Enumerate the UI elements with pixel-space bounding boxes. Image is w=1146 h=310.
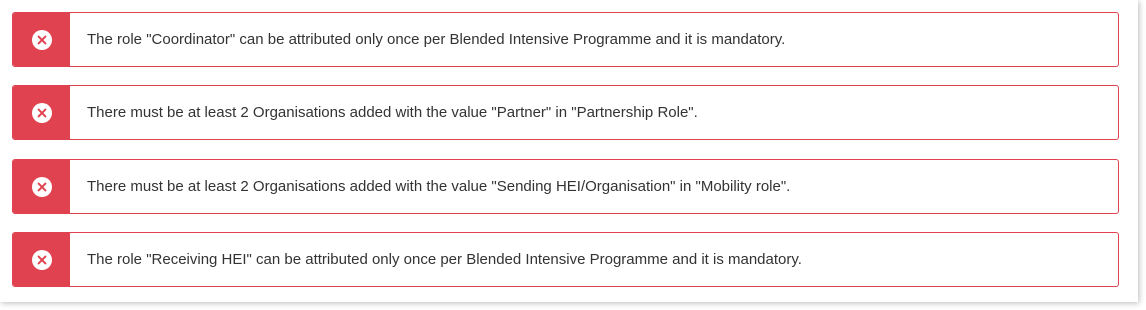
error-circle-x-icon	[31, 102, 52, 123]
error-icon-box	[13, 160, 70, 213]
validation-errors-panel: The role "Coordinator" can be attributed…	[0, 0, 1138, 302]
error-circle-x-icon	[31, 176, 52, 197]
error-message: The role "Coordinator" can be attributed…	[87, 31, 786, 48]
error-icon-box	[13, 86, 70, 139]
error-alert-receiving-hei: The role "Receiving HEI" can be attribut…	[12, 232, 1119, 287]
error-circle-x-icon	[31, 249, 52, 270]
error-message: There must be at least 2 Organisations a…	[87, 104, 698, 121]
error-alert-partner: There must be at least 2 Organisations a…	[12, 85, 1119, 140]
error-icon-box	[13, 233, 70, 286]
error-message: There must be at least 2 Organisations a…	[87, 178, 791, 195]
error-message: The role "Receiving HEI" can be attribut…	[87, 251, 802, 268]
error-circle-x-icon	[31, 29, 52, 50]
error-icon-box	[13, 13, 70, 66]
error-alert-coordinator: The role "Coordinator" can be attributed…	[12, 12, 1119, 67]
error-alert-sending-hei: There must be at least 2 Organisations a…	[12, 159, 1119, 214]
